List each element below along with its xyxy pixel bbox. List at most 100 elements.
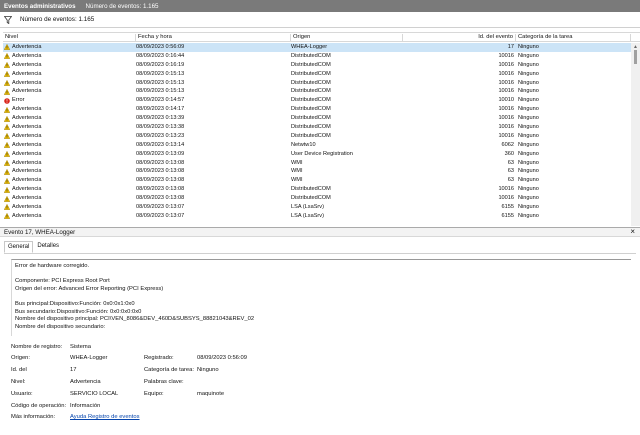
event-level-text: Advertencia <box>12 106 42 113</box>
event-source: WHEA-Logger <box>291 44 328 50</box>
event-source: DistributedCOM <box>291 106 331 113</box>
event-row[interactable]: Advertencia 08/09/2023 0:13:23 Distributed… <box>3 132 631 141</box>
event-source: DistributedCOM <box>291 61 331 68</box>
grid-header: Nivel Fecha y hora Origen Id. del evento… <box>3 33 640 42</box>
warning-icon <box>4 177 10 184</box>
description-line: Nombre del dispositivo secundario: <box>15 323 106 330</box>
warning-icon <box>4 124 10 131</box>
event-row[interactable]: Advertencia 08/09/2023 0:56:09 WHEA-Logger… <box>3 43 631 52</box>
column-header-source[interactable]: Origen <box>291 34 403 42</box>
event-description[interactable]: Error de hardware corregido. Componente:… <box>11 259 631 336</box>
warning-icon <box>4 80 10 86</box>
event-level-text: Advertencia <box>12 52 42 59</box>
event-date: 08/09/2023 0:13:09 <box>136 150 185 157</box>
event-category: Ninguno <box>518 124 539 131</box>
warning-icon <box>4 53 10 60</box>
event-log-help-link[interactable]: Ayuda Registro de eventos <box>70 414 140 420</box>
event-date: 08/09/2023 0:13:08 <box>136 159 185 166</box>
description-line <box>15 271 628 279</box>
event-category: Ninguno <box>518 70 539 77</box>
column-header-date[interactable]: Fecha y hora <box>136 34 291 42</box>
description-line: Bus secundario:Dispositivo:Función: 0x0:… <box>15 308 142 315</box>
event-level: Advertencia <box>4 123 42 132</box>
tab-details[interactable]: Detalles <box>34 241 62 253</box>
column-header-task-category[interactable]: Categoría de la tarea <box>516 34 631 42</box>
tab-general[interactable]: General <box>4 241 34 253</box>
description-line: Bus principal:Dispositivo:Función: 0x0:0… <box>15 300 135 307</box>
event-row[interactable]: Advertencia 08/09/2023 0:16:19 Distributed… <box>3 61 631 70</box>
grid-scrollbar[interactable]: ▲ <box>631 43 640 226</box>
event-row[interactable]: Advertencia 08/09/2023 0:13:38 Distributed… <box>3 123 631 132</box>
event-level: Advertencia <box>4 185 42 194</box>
event-row[interactable]: Advertencia 08/09/2023 0:13:39 Distributed… <box>3 114 631 123</box>
computer-label: Equipo: <box>144 391 164 397</box>
event-id: 10016 <box>498 124 514 131</box>
event-source: DistributedCOM <box>291 115 331 122</box>
close-icon[interactable]: × <box>630 228 635 236</box>
event-row[interactable]: Advertencia 08/09/2023 0:13:08 Distributed… <box>3 194 631 203</box>
event-id: 10016 <box>498 70 514 77</box>
event-row[interactable]: Advertencia 08/09/2023 0:13:07 LSA (LsaSrv… <box>3 212 631 221</box>
event-level-text: Advertencia <box>12 141 42 148</box>
event-source: LSA (LsaSrv) <box>291 212 324 219</box>
event-level-text: Advertencia <box>12 132 42 139</box>
log-name-value: Sistema <box>70 344 91 350</box>
event-date: 08/09/2023 0:56:09 <box>136 44 185 50</box>
event-row[interactable]: Advertencia 08/09/2023 0:13:08 WMI 63 Ningun… <box>3 167 631 176</box>
event-source: WMI <box>291 177 303 184</box>
event-category: Ninguno <box>518 44 539 50</box>
event-id: 10016 <box>498 132 514 139</box>
event-row[interactable]: Advertencia 08/09/2023 0:16:44 Distributed… <box>3 52 631 61</box>
event-source: DistributedCOM <box>291 97 331 104</box>
warning-icon <box>4 115 10 122</box>
event-grid: Nivel Fecha y hora Origen Id. del evento… <box>3 32 640 226</box>
event-category: Ninguno <box>518 141 539 148</box>
event-row[interactable]: Advertencia 08/09/2023 0:13:08 Distributed… <box>3 185 631 194</box>
event-level: Error <box>4 96 24 105</box>
scroll-thumb[interactable] <box>634 50 637 64</box>
error-icon <box>4 97 10 104</box>
opcode-label: Código de operación: <box>11 403 67 409</box>
event-level: Advertencia <box>4 141 42 150</box>
warning-icon <box>4 88 10 95</box>
event-level-text: Advertencia <box>12 177 42 184</box>
event-id: 360 <box>504 150 514 157</box>
title-bar: Eventos administrativos Número de evento… <box>0 0 640 12</box>
event-row[interactable]: Advertencia 08/09/2023 0:13:09 User Device… <box>3 150 631 159</box>
event-row[interactable]: Advertencia 08/09/2023 0:13:07 LSA (LsaSrv… <box>3 203 631 212</box>
event-id: 63 <box>507 168 514 175</box>
tab-divider <box>4 253 636 254</box>
event-row[interactable]: Advertencia 08/09/2023 0:15:13 Distributed… <box>3 79 631 88</box>
event-date: 08/09/2023 0:13:08 <box>136 195 185 202</box>
event-level-text: Error <box>12 97 25 104</box>
event-row[interactable]: Advertencia 08/09/2023 0:13:08 WMI 63 Ningun… <box>3 176 631 185</box>
event-category: Ninguno <box>518 195 539 202</box>
event-category: Ninguno <box>518 79 539 86</box>
event-row[interactable]: Advertencia 08/09/2023 0:13:08 WMI 63 Ningun… <box>3 159 631 168</box>
event-level: Advertencia <box>4 114 42 123</box>
filter-icon[interactable] <box>3 15 13 24</box>
event-row[interactable]: Advertencia 08/09/2023 0:13:14 Netwtw10 606… <box>3 141 631 150</box>
event-source: WMI <box>291 168 303 175</box>
column-header-level[interactable]: Nivel <box>3 34 136 42</box>
event-row[interactable]: Advertencia 08/09/2023 0:15:13 Distributed… <box>3 70 631 79</box>
event-level-text: Advertencia <box>12 150 42 157</box>
event-level: Advertencia <box>4 105 42 114</box>
task-category-label: Categoría de tarea: <box>144 367 194 373</box>
description-line: Origen del error: Advanced Error Reporti… <box>15 285 164 292</box>
event-row[interactable]: Error 08/09/2023 0:14:57 DistributedCOM 100… <box>3 96 631 105</box>
event-date: 08/09/2023 0:13:07 <box>136 204 185 211</box>
event-date: 08/09/2023 0:13:38 <box>136 124 185 131</box>
event-row[interactable]: Advertencia 08/09/2023 0:14:17 Distributed… <box>3 105 631 114</box>
column-header-event-id[interactable]: Id. del evento <box>403 34 516 42</box>
event-id: 6155 <box>501 204 514 211</box>
event-level-text: Advertencia <box>12 186 42 193</box>
event-row[interactable]: Advertencia 08/09/2023 0:15:13 Distributed… <box>3 87 631 96</box>
event-source: User Device Registration <box>291 150 353 157</box>
description-line <box>15 293 628 301</box>
event-source: WMI <box>291 159 303 166</box>
keywords-label: Palabras clave: <box>144 379 184 385</box>
level-value: Advertencia <box>70 379 101 385</box>
more-info-label: Más información: <box>11 414 56 420</box>
event-source: DistributedCOM <box>291 186 331 193</box>
